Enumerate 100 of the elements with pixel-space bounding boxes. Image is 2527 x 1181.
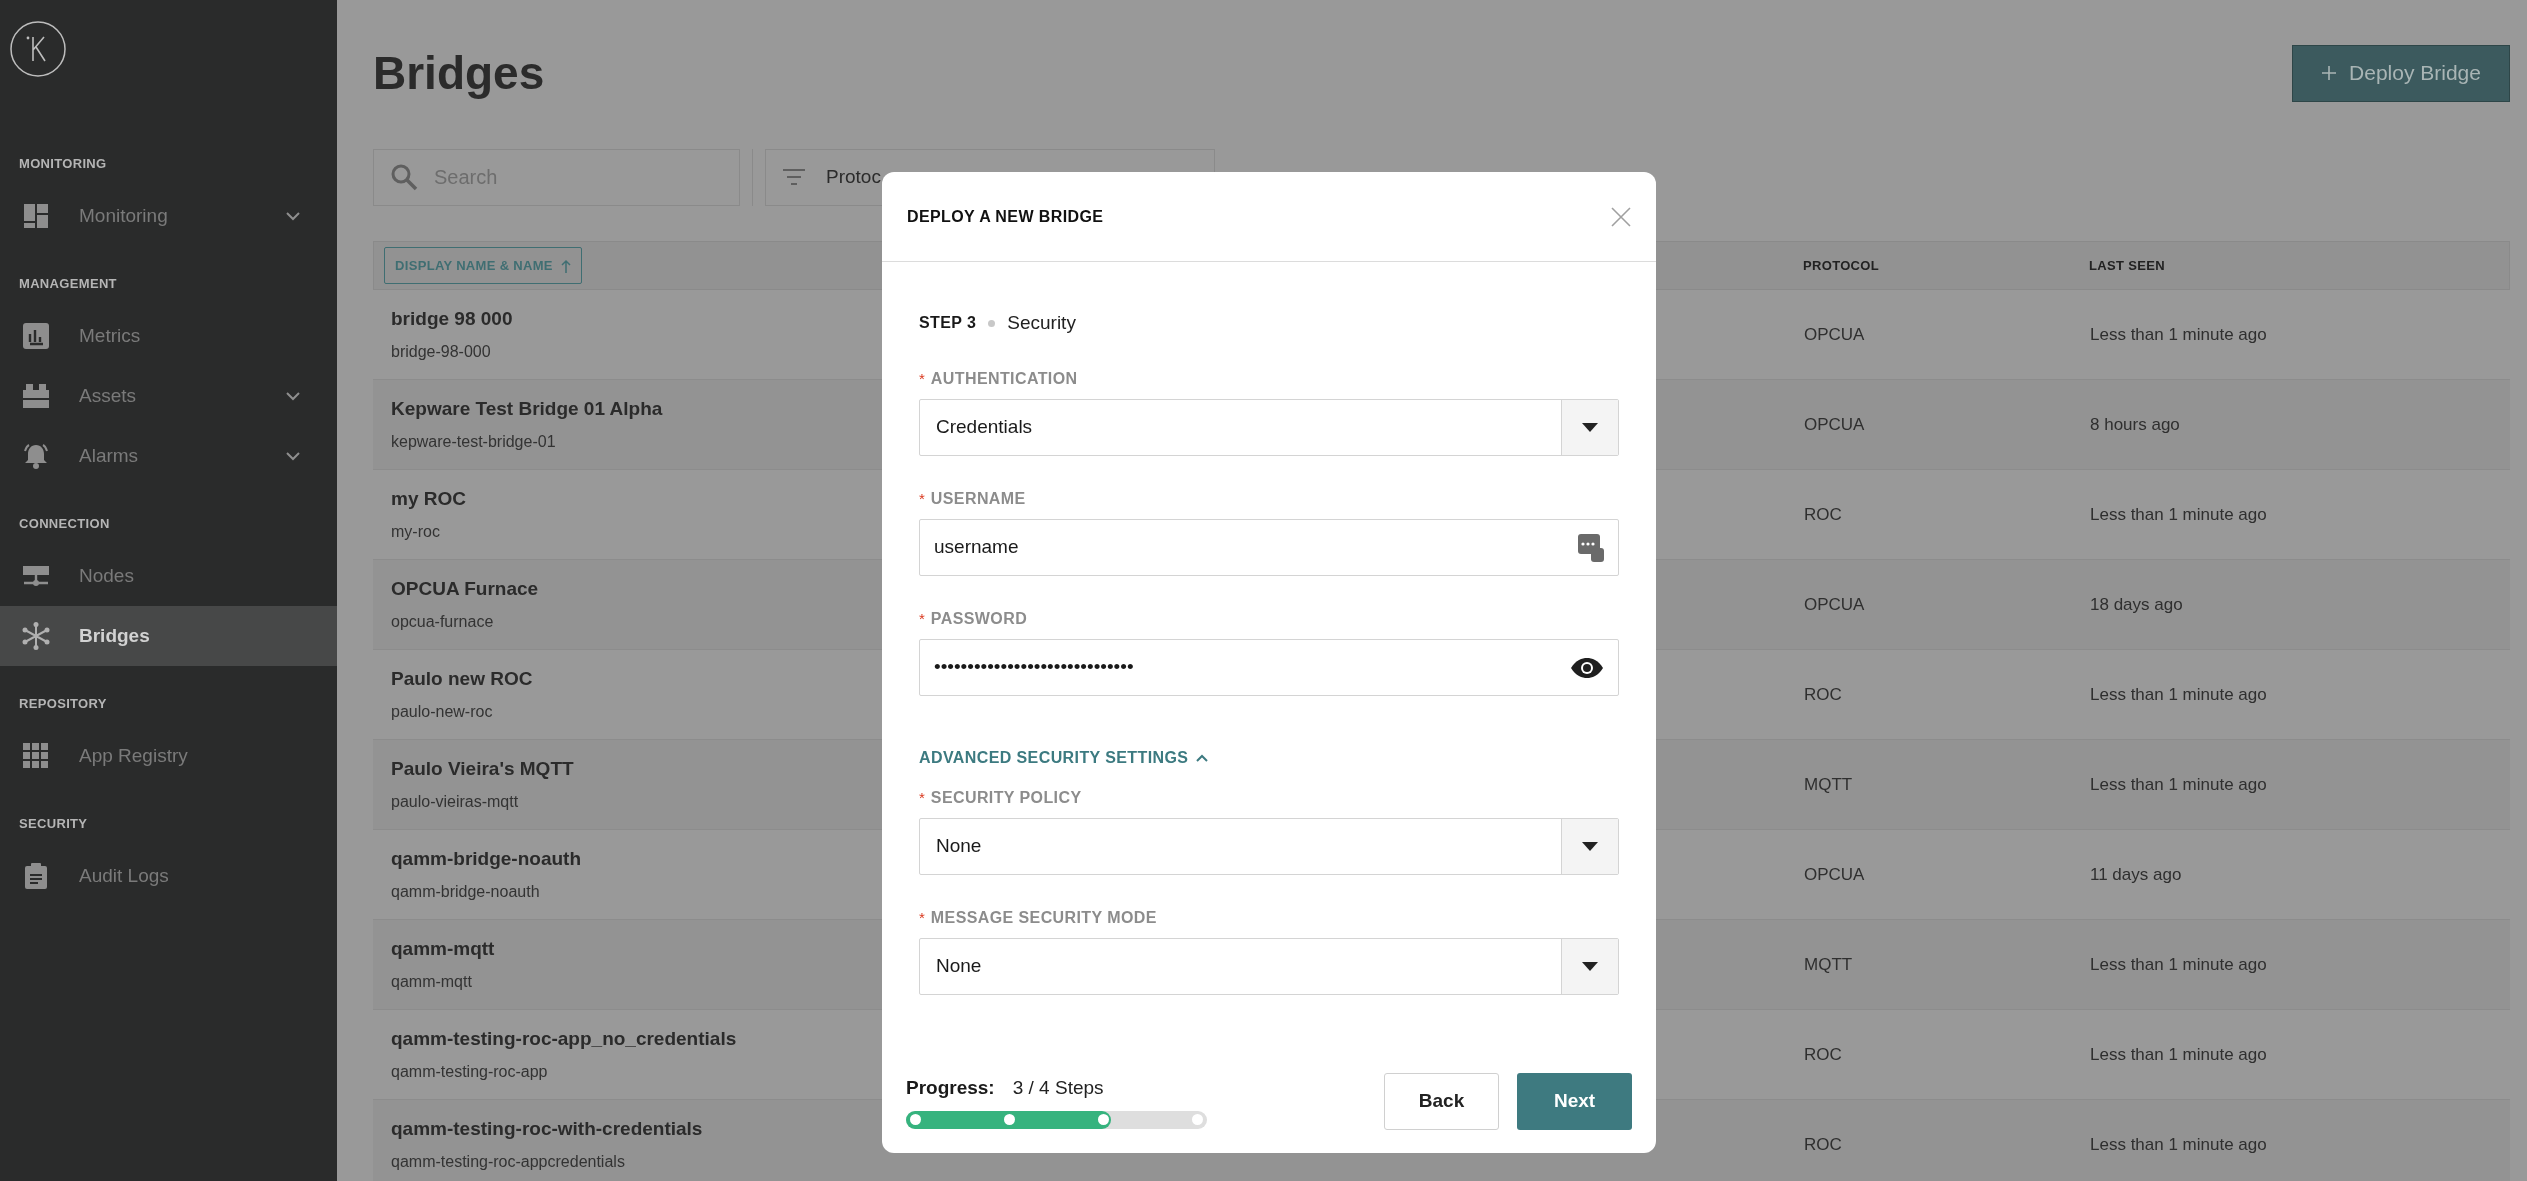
chevron-down-icon	[285, 391, 301, 401]
advanced-settings-link[interactable]: ADVANCED SECURITY SETTINGS	[919, 739, 1209, 777]
protocol-cell-text: OPCUA	[1804, 413, 1866, 436]
protocol-cell-text: OPCUA	[1804, 323, 1866, 346]
sidebar-item[interactable]: Audit Logs	[0, 846, 337, 906]
sidebar-item[interactable]: Monitoring	[0, 186, 337, 246]
bridge-display-name: Kepware Test Bridge 01 Alpha	[391, 397, 663, 422]
last-seen-cell-text: 8 hours ago	[2090, 413, 2181, 436]
field-label: PASSWORD	[930, 609, 1028, 629]
bridge-name: opcua-furnace	[391, 611, 494, 632]
deploy-bridge-button[interactable]: Deploy Bridge	[2292, 44, 2510, 102]
page-title: Bridges	[373, 45, 545, 101]
dashboard-icon	[22, 202, 50, 230]
chevron-down-icon	[285, 451, 301, 461]
required-mark: *	[919, 787, 925, 808]
required-mark: *	[919, 488, 925, 509]
progress-text: 3 / 4 Steps	[1012, 1076, 1104, 1101]
bridge-name: paulo-new-roc	[391, 701, 493, 722]
dropdown-caret-icon	[1582, 423, 1598, 432]
password-manager-icon	[1578, 533, 1604, 562]
protocol-cell-text: OPCUA	[1804, 863, 1866, 886]
logo-icon	[9, 20, 67, 78]
network-icon	[22, 622, 50, 650]
bridge-display-name: Paulo Vieira's MQTT	[391, 757, 574, 782]
field-label: USERNAME	[930, 489, 1026, 509]
column-header: PROTOCOL	[1803, 256, 1881, 275]
eye-icon	[1570, 656, 1604, 679]
bridge-name: my-roc	[391, 521, 440, 542]
bridge-display-name: qamm-bridge-noauth	[391, 847, 581, 872]
required-mark: *	[919, 368, 925, 389]
last-seen-cell-text: Less than 1 minute ago	[2090, 683, 2268, 706]
modal-title: DEPLOY A NEW BRIDGE	[907, 206, 1104, 227]
bridge-name: paulo-vieiras-mqtt	[391, 791, 519, 812]
required-mark: *	[919, 907, 925, 928]
field-label: AUTHENTICATION	[930, 369, 1078, 389]
chevron-down-icon	[285, 211, 301, 221]
sidebar-item[interactable]: App Registry	[0, 726, 337, 786]
bar-chart-icon	[22, 322, 50, 350]
chevron-up-icon	[1196, 754, 1209, 762]
step-name: Security	[1007, 310, 1076, 335]
last-seen-cell-text: Less than 1 minute ago	[2090, 323, 2268, 346]
clipboard-icon	[22, 862, 50, 890]
briefcase-icon	[22, 382, 50, 410]
username-field[interactable]: username	[919, 519, 1619, 576]
arrow-up-icon	[560, 258, 571, 273]
last-seen-cell-text: Less than 1 minute ago	[2090, 503, 2268, 526]
next-button[interactable]: Next	[1517, 1073, 1632, 1130]
last-seen-cell-text: Less than 1 minute ago	[2090, 1043, 2268, 1066]
bridge-display-name: Paulo new ROC	[391, 667, 533, 692]
bridge-name: qamm-testing-roc-appcredentials	[391, 1151, 625, 1172]
required-mark: *	[919, 608, 925, 629]
section-heading: MONITORING	[18, 155, 108, 174]
back-button[interactable]: Back	[1384, 1073, 1499, 1130]
close-icon[interactable]	[1611, 206, 1631, 227]
bridge-name: qamm-mqtt	[391, 971, 472, 992]
filter-icon	[782, 168, 806, 186]
last-seen-cell-text: Less than 1 minute ago	[2090, 1133, 2268, 1156]
column-header: LAST SEEN	[2089, 256, 2166, 275]
sidebar-item[interactable]: Nodes	[0, 546, 337, 606]
bridge-display-name: qamm-testing-roc-with-credentials	[391, 1117, 703, 1142]
last-seen-cell-text: 11 days ago	[2090, 863, 2183, 886]
section-heading: CONNECTION	[18, 515, 111, 534]
bridge-display-name: qamm-mqtt	[391, 937, 495, 962]
protocol-cell-text: ROC	[1804, 503, 1843, 526]
last-seen-cell-text: 18 days ago	[2090, 593, 2184, 616]
sidebar-item[interactable]: Alarms	[0, 426, 337, 486]
protocol-cell-text: OPCUA	[1804, 593, 1866, 616]
bridge-name: kepware-test-bridge-01	[391, 431, 556, 452]
field-label: SECURITY POLICY	[930, 788, 1082, 808]
dropdown-caret-icon	[1582, 842, 1598, 851]
grid-icon	[22, 742, 50, 770]
last-seen-cell-text: Less than 1 minute ago	[2090, 773, 2268, 796]
section-heading: SECURITY	[18, 815, 89, 834]
bridge-name: bridge-98-000	[391, 341, 491, 362]
progress-label: Progress:	[906, 1076, 995, 1101]
password-field[interactable]: ••••••••••••••••••••••••••••••	[919, 639, 1619, 696]
plus-icon	[2321, 65, 2338, 81]
sidebar-item[interactable]: Metrics	[0, 306, 337, 366]
section-heading: REPOSITORY	[18, 695, 108, 714]
protocol-cell-text: ROC	[1804, 1133, 1843, 1156]
select-field[interactable]: None	[919, 938, 1619, 995]
bridge-name: qamm-bridge-noauth	[391, 881, 540, 902]
dropdown-caret-icon	[1582, 962, 1598, 971]
bridge-display-name: OPCUA Furnace	[391, 577, 539, 602]
protocol-cell-text: MQTT	[1804, 953, 1854, 976]
section-heading: MANAGEMENT	[18, 275, 118, 294]
last-seen-cell-text: Less than 1 minute ago	[2090, 953, 2268, 976]
bridge-display-name: my ROC	[391, 487, 466, 512]
protocol-cell-text: ROC	[1804, 1043, 1843, 1066]
search-icon	[390, 162, 418, 191]
bridge-name: qamm-testing-roc-app	[391, 1061, 548, 1082]
bridge-display-name: bridge 98 000	[391, 307, 513, 332]
select-field[interactable]: None	[919, 818, 1619, 875]
bell-icon	[22, 442, 50, 470]
select-field[interactable]: Credentials	[919, 399, 1619, 456]
bridge-display-name: qamm-testing-roc-app_no_credentials	[391, 1027, 737, 1052]
protocol-cell-text: MQTT	[1804, 773, 1854, 796]
sidebar-item[interactable]: Assets	[0, 366, 337, 426]
field-label: MESSAGE SECURITY MODE	[930, 908, 1157, 928]
sidebar-item[interactable]: Bridges	[0, 606, 337, 666]
